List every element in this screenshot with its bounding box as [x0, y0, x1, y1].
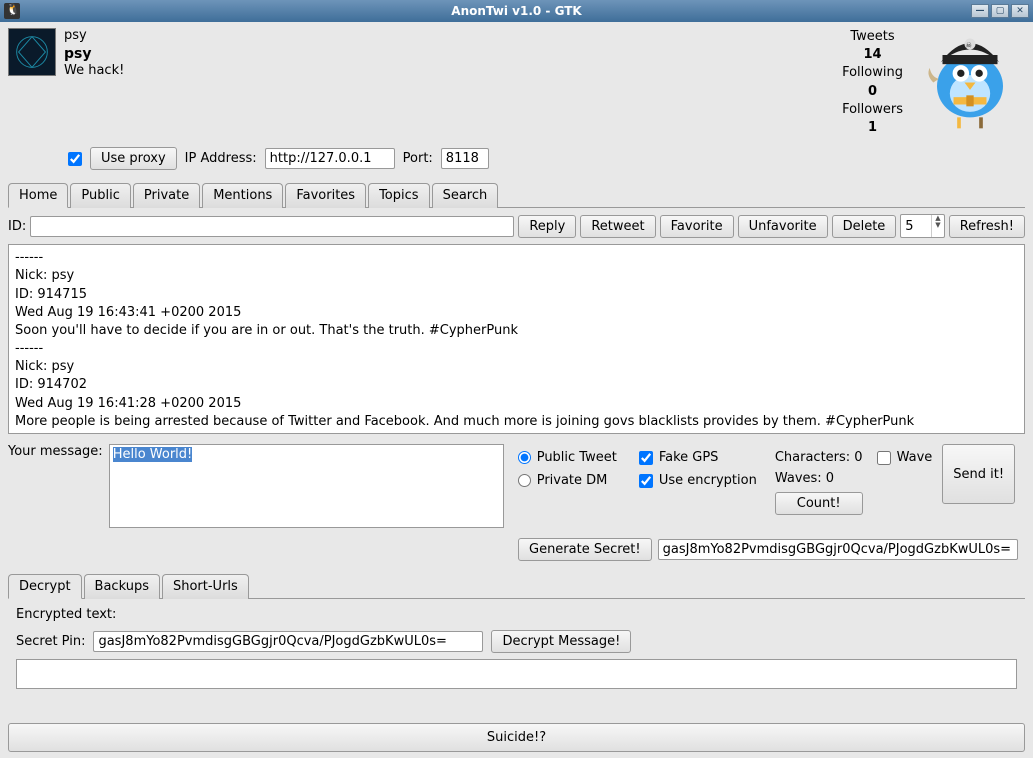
port-label: Port:	[403, 151, 433, 166]
window: AnonTwi v1.0 - GTK — ▢ ✕ psy psy We hack…	[0, 0, 1033, 758]
tab-favorites[interactable]: Favorites	[285, 183, 366, 208]
public-tweet-label: Public Tweet	[537, 450, 617, 465]
secret-pin-label: Secret Pin:	[16, 634, 85, 649]
delete-button[interactable]: Delete	[832, 215, 897, 238]
followers-label: Followers	[842, 101, 903, 119]
profile-name: psy	[64, 45, 124, 63]
suicide-button[interactable]: Suicide!?	[8, 723, 1025, 752]
message-value: Hello World!	[113, 447, 193, 462]
avatar	[8, 28, 56, 76]
following-label: Following	[842, 64, 903, 82]
header-row: psy psy We hack! Tweets 14 Following 0 F…	[8, 28, 1025, 137]
wave-checkbox[interactable]	[877, 451, 891, 465]
main-tabstrip: Home Public Private Mentions Favorites T…	[8, 182, 1025, 208]
count-value[interactable]	[901, 215, 931, 237]
spinner-down[interactable]: ▼	[932, 222, 943, 229]
ip-input[interactable]	[265, 148, 395, 169]
profile-bio: We hack!	[64, 63, 124, 80]
count-spinner[interactable]: ▲ ▼	[900, 214, 944, 238]
tab-public[interactable]: Public	[70, 183, 130, 208]
tab-topics[interactable]: Topics	[368, 183, 429, 208]
profile-text: psy psy We hack!	[64, 28, 124, 80]
favorite-button[interactable]: Favorite	[660, 215, 734, 238]
unfavorite-button[interactable]: Unfavorite	[738, 215, 828, 238]
secondary-tabstrip: Decrypt Backups Short-Urls	[8, 573, 1025, 599]
your-message-label: Your message:	[8, 444, 103, 459]
generate-secret-button[interactable]: Generate Secret!	[518, 538, 652, 561]
waves-label: Waves: 0	[775, 471, 863, 486]
tweets-value: 14	[842, 46, 903, 64]
reply-button[interactable]: Reply	[518, 215, 576, 238]
secret-input[interactable]	[658, 539, 1018, 560]
profile-handle: psy	[64, 28, 124, 45]
refresh-button[interactable]: Refresh!	[949, 215, 1025, 238]
use-proxy-checkbox[interactable]	[68, 152, 82, 166]
compose-stats: Characters: 0 Waves: 0 Count!	[771, 444, 867, 521]
actions-row: ID: Reply Retweet Favorite Unfavorite De…	[8, 214, 1025, 238]
tweet-type-group: Public Tweet Private DM	[510, 444, 625, 494]
use-encryption-checkbox[interactable]	[639, 474, 653, 488]
ip-label: IP Address:	[185, 151, 257, 166]
encrypted-text-label: Encrypted text:	[16, 607, 116, 622]
message-input[interactable]: Hello World!	[109, 444, 504, 528]
port-input[interactable]	[441, 148, 489, 169]
following-value: 0	[842, 83, 903, 101]
followers-value: 1	[842, 119, 903, 137]
id-input[interactable]	[30, 216, 514, 237]
tab-home[interactable]: Home	[8, 183, 68, 208]
private-dm-radio[interactable]	[518, 474, 531, 487]
tweets-label: Tweets	[842, 28, 903, 46]
tab-search[interactable]: Search	[432, 183, 499, 208]
compose-row: Your message: Hello World! Public Tweet …	[8, 444, 1025, 528]
tab-shorturls[interactable]: Short-Urls	[162, 574, 249, 599]
send-button[interactable]: Send it!	[942, 444, 1015, 504]
id-label: ID:	[8, 219, 26, 234]
wave-column: Wave	[873, 444, 937, 471]
tab-mentions[interactable]: Mentions	[202, 183, 283, 208]
count-button[interactable]: Count!	[775, 492, 863, 515]
tab-decrypt[interactable]: Decrypt	[8, 574, 82, 599]
options-group: Fake GPS Use encryption	[631, 444, 765, 494]
fake-gps-label: Fake GPS	[659, 450, 719, 465]
proxy-row: Use proxy IP Address: Port:	[68, 147, 1025, 170]
mascot-icon: ☠	[915, 22, 1025, 132]
encrypted-text-output[interactable]	[16, 659, 1017, 689]
use-encryption-label: Use encryption	[659, 473, 757, 488]
tab-private[interactable]: Private	[133, 183, 200, 208]
use-proxy-button[interactable]: Use proxy	[90, 147, 177, 170]
secret-row: Generate Secret!	[518, 538, 1025, 561]
retweet-button[interactable]: Retweet	[580, 215, 655, 238]
titlebar: AnonTwi v1.0 - GTK — ▢ ✕	[0, 0, 1033, 22]
private-dm-label: Private DM	[537, 473, 608, 488]
stats-column: Tweets 14 Following 0 Followers 1	[842, 28, 907, 137]
secret-pin-input[interactable]	[93, 631, 483, 652]
decrypt-panel: Encrypted text: Secret Pin: Decrypt Mess…	[8, 599, 1025, 697]
fake-gps-checkbox[interactable]	[639, 451, 653, 465]
characters-label: Characters: 0	[775, 450, 863, 465]
decrypt-button[interactable]: Decrypt Message!	[491, 630, 631, 653]
public-tweet-radio[interactable]	[518, 451, 531, 464]
window-title: AnonTwi v1.0 - GTK	[0, 4, 1033, 18]
content: psy psy We hack! Tweets 14 Following 0 F…	[0, 22, 1033, 758]
feed-textarea[interactable]: ------ Nick: psy ID: 914715 Wed Aug 19 1…	[8, 244, 1025, 434]
wave-label: Wave	[897, 450, 933, 465]
svg-text:☠: ☠	[965, 41, 972, 50]
tab-backups[interactable]: Backups	[84, 574, 160, 599]
